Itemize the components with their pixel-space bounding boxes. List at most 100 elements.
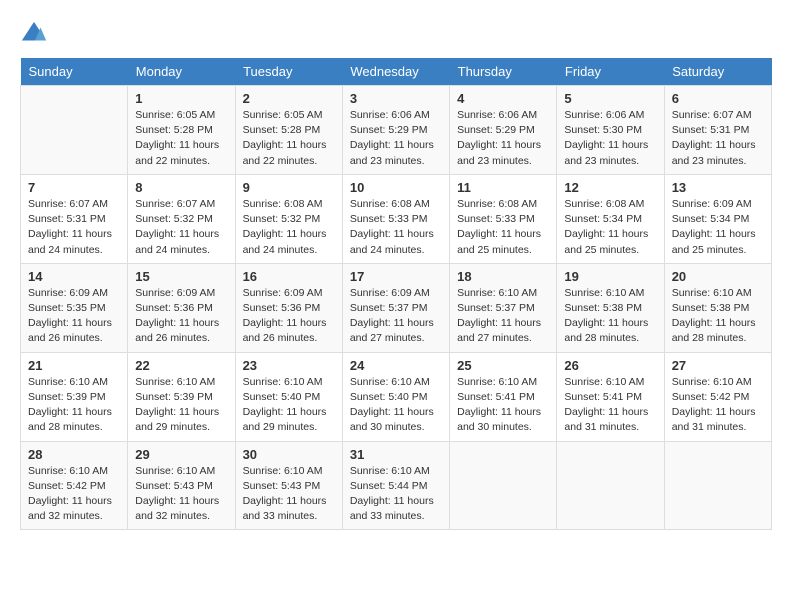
calendar-cell: 13Sunrise: 6:09 AMSunset: 5:34 PMDayligh… bbox=[664, 174, 771, 263]
day-number: 11 bbox=[457, 180, 549, 195]
calendar-cell bbox=[450, 441, 557, 530]
day-info: Sunrise: 6:07 AMSunset: 5:32 PMDaylight:… bbox=[135, 197, 227, 258]
day-info: Sunrise: 6:10 AMSunset: 5:42 PMDaylight:… bbox=[672, 375, 764, 436]
calendar-cell: 8 Sunrise: 6:07 AMSunset: 5:32 PMDaylight… bbox=[128, 174, 235, 263]
day-info: Sunrise: 6:09 AMSunset: 5:36 PMDaylight:… bbox=[135, 286, 227, 347]
day-info: Sunrise: 6:10 AMSunset: 5:40 PMDaylight:… bbox=[243, 375, 335, 436]
calendar-cell: 18 Sunrise: 6:10 AMSunset: 5:37 PMDayligh… bbox=[450, 263, 557, 352]
day-number: 12 bbox=[564, 180, 656, 195]
day-number: 19 bbox=[564, 269, 656, 284]
calendar-cell: 4 Sunrise: 6:06 AMSunset: 5:29 PMDaylight… bbox=[450, 86, 557, 175]
day-number: 24 bbox=[350, 358, 442, 373]
calendar-cell: 26 Sunrise: 6:10 AMSunset: 5:41 PMDayligh… bbox=[557, 352, 664, 441]
day-info: Sunrise: 6:07 AMSunset: 5:31 PMDaylight:… bbox=[28, 197, 120, 258]
day-info: Sunrise: 6:10 AMSunset: 5:37 PMDaylight:… bbox=[457, 286, 549, 347]
day-number: 2 bbox=[243, 91, 335, 106]
calendar-cell: 31 Sunrise: 6:10 AMSunset: 5:44 PMDayligh… bbox=[342, 441, 449, 530]
day-number: 28 bbox=[28, 447, 120, 462]
day-info: Sunrise: 6:09 AMSunset: 5:37 PMDaylight:… bbox=[350, 286, 442, 347]
day-number: 9 bbox=[243, 180, 335, 195]
header-day: Tuesday bbox=[235, 58, 342, 86]
day-number: 21 bbox=[28, 358, 120, 373]
day-info: Sunrise: 6:05 AMSunset: 5:28 PMDaylight:… bbox=[135, 108, 227, 169]
day-info: Sunrise: 6:10 AMSunset: 5:44 PMDaylight:… bbox=[350, 464, 442, 525]
day-number: 31 bbox=[350, 447, 442, 462]
day-info: Sunrise: 6:10 AMSunset: 5:39 PMDaylight:… bbox=[135, 375, 227, 436]
header-day: Monday bbox=[128, 58, 235, 86]
day-number: 1 bbox=[135, 91, 227, 106]
calendar-cell: 16 Sunrise: 6:09 AMSunset: 5:36 PMDayligh… bbox=[235, 263, 342, 352]
calendar-week: 14 Sunrise: 6:09 AMSunset: 5:35 PMDayligh… bbox=[21, 263, 772, 352]
day-info: Sunrise: 6:10 AMSunset: 5:42 PMDaylight:… bbox=[28, 464, 120, 525]
header-day: Saturday bbox=[664, 58, 771, 86]
day-number: 4 bbox=[457, 91, 549, 106]
calendar-cell bbox=[664, 441, 771, 530]
header-day: Wednesday bbox=[342, 58, 449, 86]
day-info: Sunrise: 6:08 AMSunset: 5:33 PMDaylight:… bbox=[350, 197, 442, 258]
day-number: 29 bbox=[135, 447, 227, 462]
day-info: Sunrise: 6:06 AMSunset: 5:30 PMDaylight:… bbox=[564, 108, 656, 169]
day-number: 15 bbox=[135, 269, 227, 284]
calendar-cell: 17 Sunrise: 6:09 AMSunset: 5:37 PMDayligh… bbox=[342, 263, 449, 352]
calendar-cell: 27 Sunrise: 6:10 AMSunset: 5:42 PMDayligh… bbox=[664, 352, 771, 441]
day-info: Sunrise: 6:08 AMSunset: 5:32 PMDaylight:… bbox=[243, 197, 335, 258]
day-number: 13 bbox=[672, 180, 764, 195]
day-number: 25 bbox=[457, 358, 549, 373]
day-number: 30 bbox=[243, 447, 335, 462]
header-day: Friday bbox=[557, 58, 664, 86]
calendar-cell: 19 Sunrise: 6:10 AMSunset: 5:38 PMDayligh… bbox=[557, 263, 664, 352]
day-info: Sunrise: 6:09 AMSunset: 5:36 PMDaylight:… bbox=[243, 286, 335, 347]
calendar-week: 1 Sunrise: 6:05 AMSunset: 5:28 PMDaylight… bbox=[21, 86, 772, 175]
calendar-cell: 7 Sunrise: 6:07 AMSunset: 5:31 PMDaylight… bbox=[21, 174, 128, 263]
calendar-cell: 2Sunrise: 6:05 AMSunset: 5:28 PMDaylight… bbox=[235, 86, 342, 175]
calendar-table: SundayMondayTuesdayWednesdayThursdayFrid… bbox=[20, 58, 772, 530]
calendar-cell: 24 Sunrise: 6:10 AMSunset: 5:40 PMDayligh… bbox=[342, 352, 449, 441]
day-number: 14 bbox=[28, 269, 120, 284]
calendar-cell: 22 Sunrise: 6:10 AMSunset: 5:39 PMDayligh… bbox=[128, 352, 235, 441]
calendar-cell: 15 Sunrise: 6:09 AMSunset: 5:36 PMDayligh… bbox=[128, 263, 235, 352]
day-number: 10 bbox=[350, 180, 442, 195]
calendar-cell: 1 Sunrise: 6:05 AMSunset: 5:28 PMDaylight… bbox=[128, 86, 235, 175]
day-info: Sunrise: 6:08 AMSunset: 5:33 PMDaylight:… bbox=[457, 197, 549, 258]
day-number: 5 bbox=[564, 91, 656, 106]
day-number: 8 bbox=[135, 180, 227, 195]
calendar-cell: 11 Sunrise: 6:08 AMSunset: 5:33 PMDayligh… bbox=[450, 174, 557, 263]
day-number: 17 bbox=[350, 269, 442, 284]
day-info: Sunrise: 6:09 AMSunset: 5:35 PMDaylight:… bbox=[28, 286, 120, 347]
day-number: 18 bbox=[457, 269, 549, 284]
day-info: Sunrise: 6:10 AMSunset: 5:41 PMDaylight:… bbox=[457, 375, 549, 436]
day-info: Sunrise: 6:10 AMSunset: 5:40 PMDaylight:… bbox=[350, 375, 442, 436]
day-number: 16 bbox=[243, 269, 335, 284]
day-number: 27 bbox=[672, 358, 764, 373]
calendar-cell: 5 Sunrise: 6:06 AMSunset: 5:30 PMDaylight… bbox=[557, 86, 664, 175]
calendar-header: SundayMondayTuesdayWednesdayThursdayFrid… bbox=[21, 58, 772, 86]
calendar-cell: 14 Sunrise: 6:09 AMSunset: 5:35 PMDayligh… bbox=[21, 263, 128, 352]
day-number: 22 bbox=[135, 358, 227, 373]
day-number: 3 bbox=[350, 91, 442, 106]
day-number: 23 bbox=[243, 358, 335, 373]
calendar-cell: 3 Sunrise: 6:06 AMSunset: 5:29 PMDaylight… bbox=[342, 86, 449, 175]
day-info: Sunrise: 6:06 AMSunset: 5:29 PMDaylight:… bbox=[457, 108, 549, 169]
calendar-cell bbox=[21, 86, 128, 175]
calendar-cell: 20Sunrise: 6:10 AMSunset: 5:38 PMDayligh… bbox=[664, 263, 771, 352]
calendar-week: 21 Sunrise: 6:10 AMSunset: 5:39 PMDayligh… bbox=[21, 352, 772, 441]
day-info: Sunrise: 6:10 AMSunset: 5:43 PMDaylight:… bbox=[135, 464, 227, 525]
calendar-cell: 10 Sunrise: 6:08 AMSunset: 5:33 PMDayligh… bbox=[342, 174, 449, 263]
day-info: Sunrise: 6:10 AMSunset: 5:38 PMDaylight:… bbox=[564, 286, 656, 347]
day-info: Sunrise: 6:10 AMSunset: 5:38 PMDaylight:… bbox=[672, 286, 764, 347]
day-number: 7 bbox=[28, 180, 120, 195]
calendar-cell bbox=[557, 441, 664, 530]
calendar-cell: 21 Sunrise: 6:10 AMSunset: 5:39 PMDayligh… bbox=[21, 352, 128, 441]
day-info: Sunrise: 6:10 AMSunset: 5:39 PMDaylight:… bbox=[28, 375, 120, 436]
day-number: 26 bbox=[564, 358, 656, 373]
header-row: SundayMondayTuesdayWednesdayThursdayFrid… bbox=[21, 58, 772, 86]
calendar-cell: 12Sunrise: 6:08 AMSunset: 5:34 PMDayligh… bbox=[557, 174, 664, 263]
header-day: Thursday bbox=[450, 58, 557, 86]
page-header bbox=[20, 20, 772, 48]
day-info: Sunrise: 6:07 AMSunset: 5:31 PMDaylight:… bbox=[672, 108, 764, 169]
calendar-cell: 9 Sunrise: 6:08 AMSunset: 5:32 PMDaylight… bbox=[235, 174, 342, 263]
day-info: Sunrise: 6:06 AMSunset: 5:29 PMDaylight:… bbox=[350, 108, 442, 169]
calendar-week: 7 Sunrise: 6:07 AMSunset: 5:31 PMDaylight… bbox=[21, 174, 772, 263]
calendar-cell: 6Sunrise: 6:07 AMSunset: 5:31 PMDaylight… bbox=[664, 86, 771, 175]
day-info: Sunrise: 6:10 AMSunset: 5:41 PMDaylight:… bbox=[564, 375, 656, 436]
